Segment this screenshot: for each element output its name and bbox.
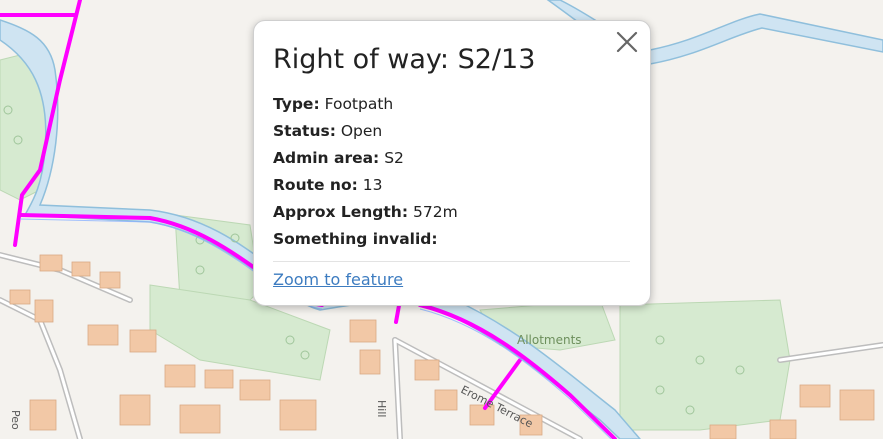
street-label-peo: Peo (9, 410, 22, 430)
allotments-label: Allotments (517, 333, 582, 347)
field-value: Footpath (324, 95, 394, 113)
field-type: Type: Footpath (273, 91, 630, 118)
popup-title: Right of way: S2/13 (273, 44, 536, 75)
field-label: Status: (273, 122, 336, 140)
field-approx-length: Approx Length: 572m (273, 199, 630, 226)
field-label: Approx Length: (273, 203, 409, 221)
feature-popup: Right of way: S2/13 Type: Footpath Statu… (253, 20, 651, 306)
field-route-no: Route no: 13 (273, 172, 630, 199)
field-value: S2 (384, 149, 404, 167)
field-label: Type: (273, 95, 320, 113)
field-admin-area: Admin area: S2 (273, 145, 630, 172)
field-something-invalid: Something invalid: (273, 226, 630, 253)
popup-divider (273, 261, 630, 262)
field-label: Route no: (273, 176, 358, 194)
field-label: Something invalid: (273, 230, 438, 248)
field-value: 13 (362, 176, 383, 194)
field-label: Admin area: (273, 149, 380, 167)
field-status: Status: Open (273, 118, 630, 145)
zoom-to-feature-link[interactable]: Zoom to feature (273, 270, 403, 289)
field-value: 572m (412, 203, 458, 221)
street-label-hill: Hill (375, 400, 388, 417)
close-icon[interactable] (614, 29, 640, 55)
field-value: Open (340, 122, 383, 140)
